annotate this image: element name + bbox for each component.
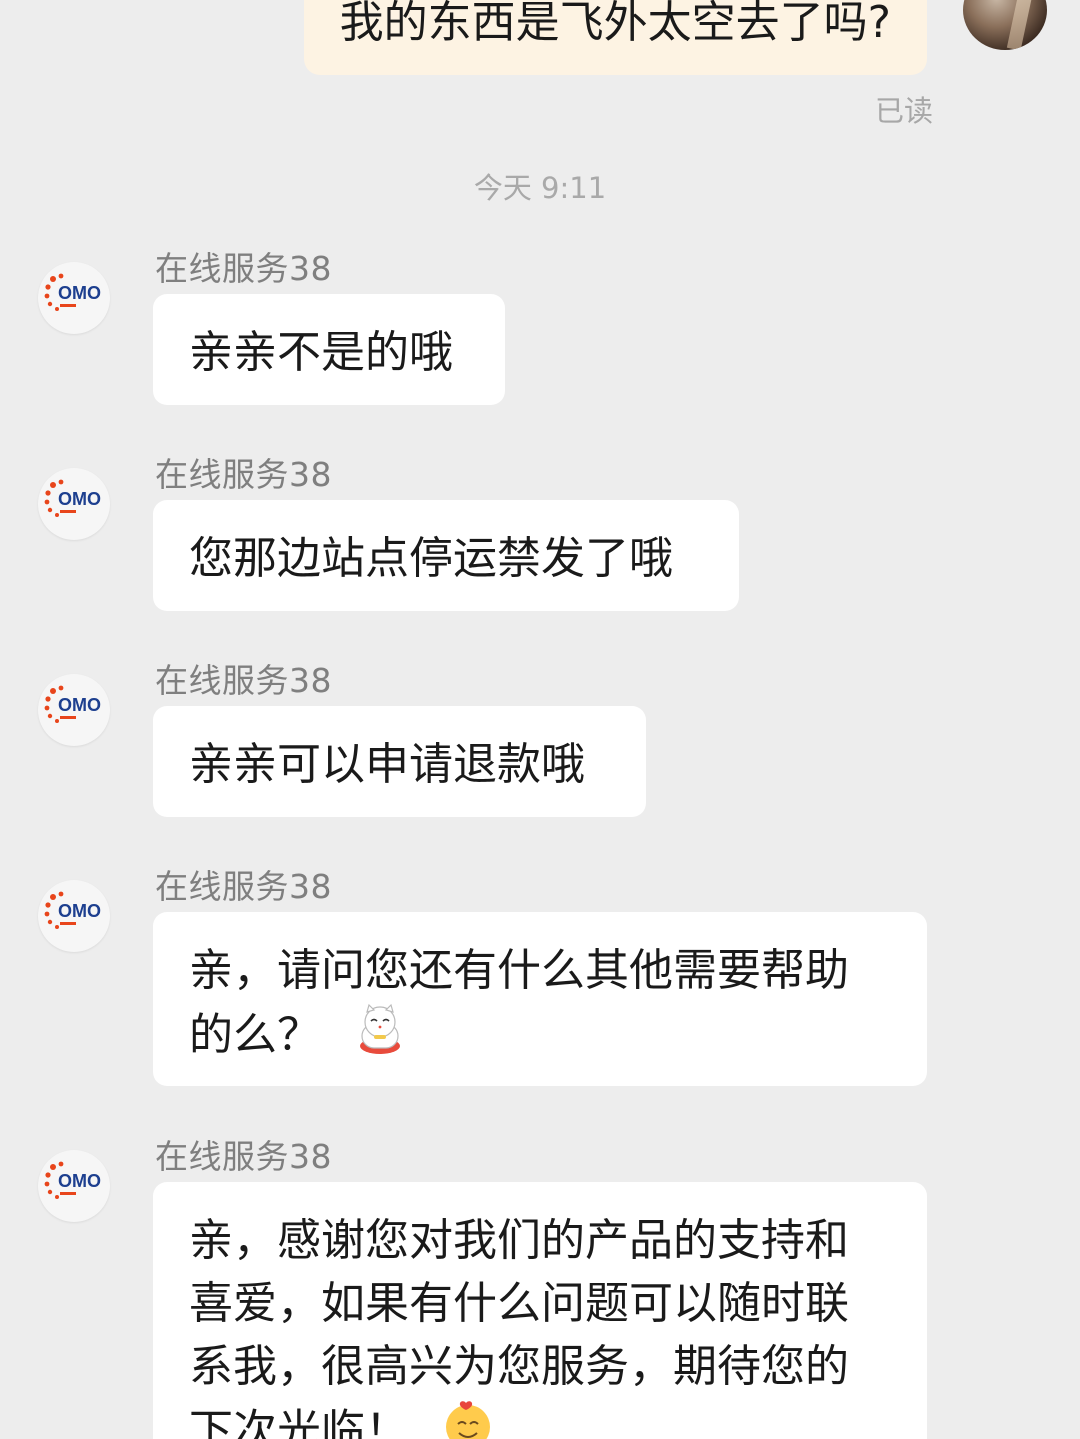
omo-logo-icon: OMO	[44, 273, 101, 311]
message-bubble[interactable]: 亲，请问您还有什么其他需要帮助的么？	[153, 912, 927, 1086]
omo-logo-icon: OMO	[44, 685, 101, 723]
omo-logo-avatar[interactable]: OMO	[38, 1150, 110, 1222]
message-text: 您那边站点停运禁发了哦	[189, 533, 673, 584]
svg-text:OMO: OMO	[58, 695, 101, 715]
message-text: 亲亲可以申请退款哦	[189, 739, 585, 790]
message-text: 亲，感谢您对我们的产品的支持和喜爱，如果有什么问题可以随时联系我，很高兴为您服务…	[189, 1215, 849, 1439]
sender-name: 在线服务38	[155, 1137, 332, 1176]
read-status: 已读	[874, 94, 933, 128]
message-text: 亲亲不是的哦	[189, 327, 453, 378]
message-text: 亲，请问您还有什么其他需要帮助的么？	[189, 945, 849, 1061]
message-bubble[interactable]: 您那边站点停运禁发了哦	[153, 500, 739, 611]
omo-logo-avatar[interactable]: OMO	[38, 674, 110, 746]
omo-logo-icon: OMO	[44, 891, 101, 929]
outgoing-message-text: 我的东西是飞外太空去了吗?	[339, 0, 891, 48]
chat-scroll-area[interactable]: 我的东西是飞外太空去了吗? 已读 今天 9:11 OMO 在线服务38 亲亲不是…	[0, 0, 1080, 1439]
omo-logo-icon: OMO	[44, 479, 101, 517]
svg-text:OMO: OMO	[58, 489, 101, 509]
omo-logo-icon: OMO	[44, 1161, 101, 1199]
sender-name: 在线服务38	[155, 455, 332, 494]
lucky-cat-icon	[353, 1002, 407, 1073]
message-bubble[interactable]: 亲亲可以申请退款哦	[153, 706, 646, 817]
svg-text:OMO: OMO	[58, 901, 101, 921]
omo-logo-avatar[interactable]: OMO	[38, 262, 110, 334]
sender-name: 在线服务38	[155, 867, 332, 906]
outgoing-message-bubble[interactable]: 我的东西是飞外太空去了吗?	[303, 0, 927, 75]
user-avatar[interactable]	[963, 0, 1047, 50]
sender-name: 在线服务38	[155, 661, 332, 700]
omo-logo-avatar[interactable]: OMO	[38, 880, 110, 952]
svg-text:OMO: OMO	[58, 283, 101, 303]
chat-timestamp: 今天 9:11	[473, 171, 607, 205]
message-bubble[interactable]: 亲亲不是的哦	[153, 294, 505, 405]
sender-name: 在线服务38	[155, 249, 332, 288]
message-bubble[interactable]: 亲，感谢您对我们的产品的支持和喜爱，如果有什么问题可以随时联系我，很高兴为您服务…	[153, 1182, 927, 1439]
user-avatar-image	[1006, 0, 1038, 50]
omo-logo-avatar[interactable]: OMO	[38, 468, 110, 540]
smiling-face-with-hearts-icon	[441, 1398, 495, 1439]
svg-text:OMO: OMO	[58, 1171, 101, 1191]
